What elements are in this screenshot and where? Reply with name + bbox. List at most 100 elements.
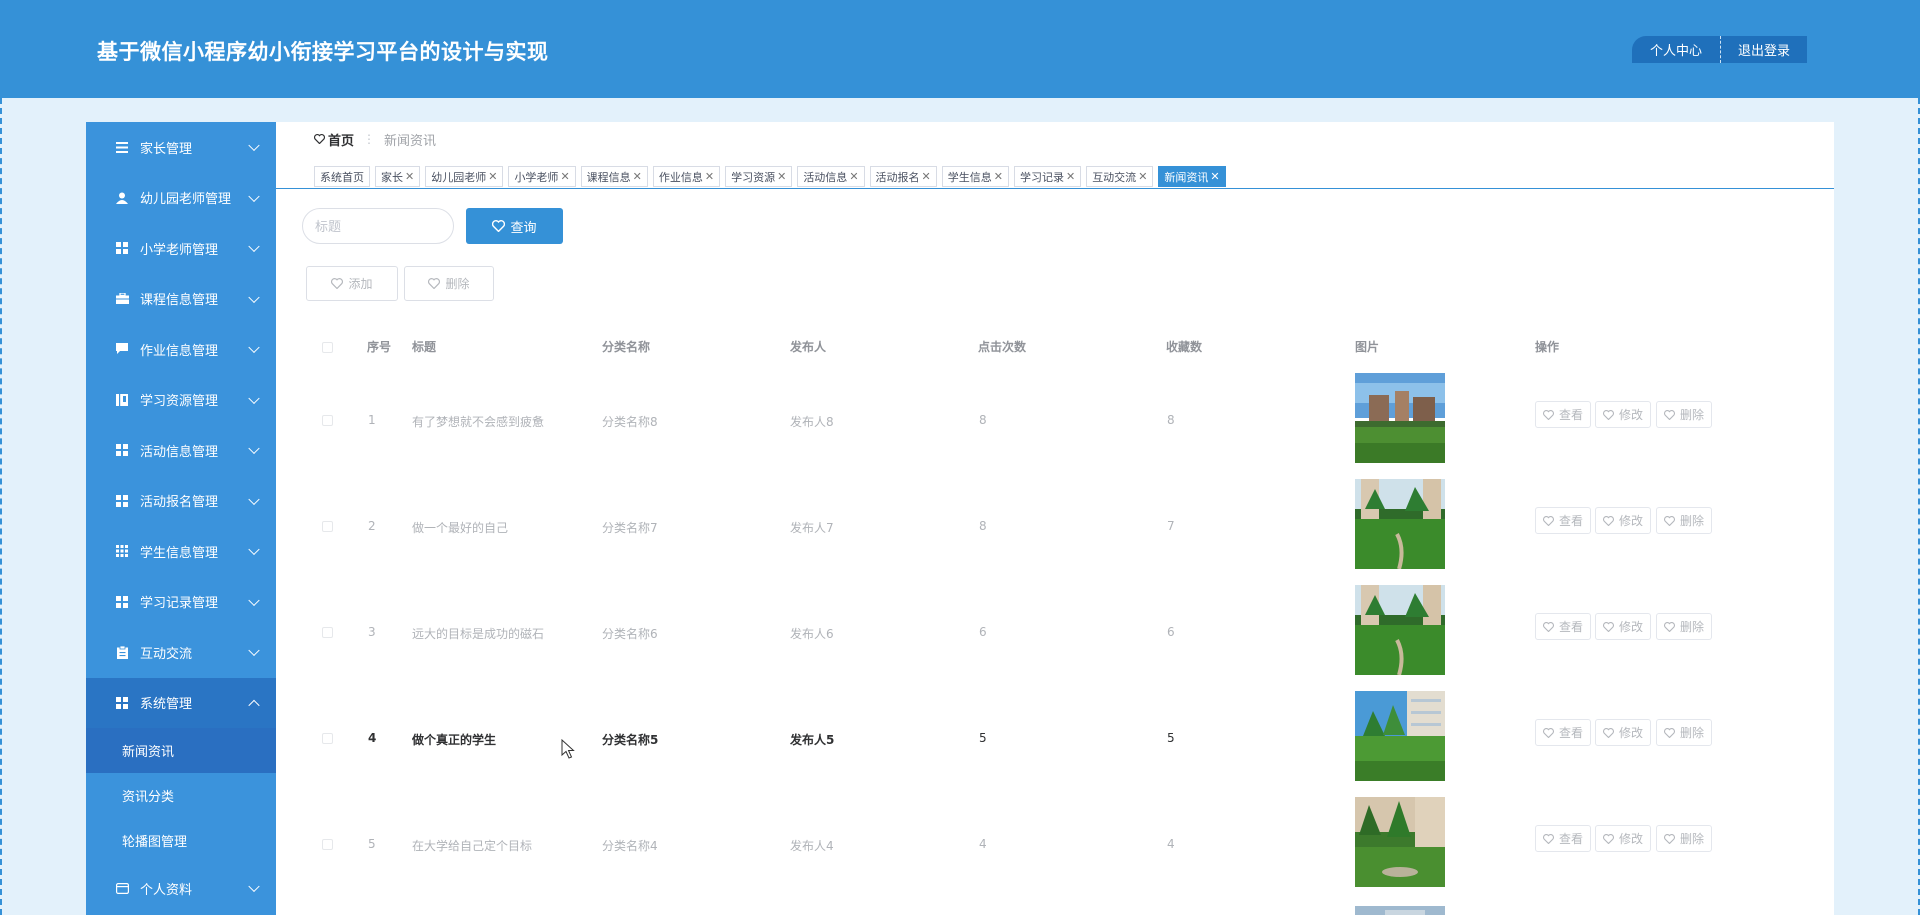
sidebar-item-activity-info[interactable]: 活动信息管理 <box>86 425 276 476</box>
edit-button[interactable]: 修改 <box>1595 613 1651 640</box>
edit-button[interactable]: 修改 <box>1595 719 1651 746</box>
delete-button[interactable]: 删除 <box>1656 613 1712 640</box>
sidebar-item-course-info[interactable]: 课程信息管理 <box>86 274 276 325</box>
select-all-checkbox[interactable] <box>322 342 333 353</box>
sidebar-item-homework-info[interactable]: 作业信息管理 <box>86 324 276 375</box>
close-icon[interactable]: ✕ <box>777 170 786 183</box>
delete-button-label: 删除 <box>1679 726 1704 740</box>
view-button[interactable]: 查看 <box>1535 507 1591 534</box>
sidebar-item-label: 小学老师管理 <box>140 242 219 258</box>
tag-kindergarten-teacher[interactable]: 幼儿园老师 ✕ <box>425 166 504 187</box>
personal-center-button[interactable]: 个人中心 <box>1632 36 1721 63</box>
view-button[interactable]: 查看 <box>1535 719 1591 746</box>
tag-learning-records[interactable]: 学习记录 ✕ <box>1013 166 1082 187</box>
close-icon[interactable]: ✕ <box>705 170 714 183</box>
row-checkbox[interactable] <box>322 733 333 744</box>
sidebar-item-student-info[interactable]: 学生信息管理 <box>86 526 276 577</box>
title-search-input[interactable] <box>302 208 454 244</box>
close-icon[interactable]: ✕ <box>922 170 931 183</box>
tag-news[interactable]: 新闻资讯 ✕ <box>1158 166 1226 187</box>
row-checkbox[interactable] <box>322 839 333 850</box>
sidebar-item-interaction[interactable]: 互动交流 <box>86 627 276 678</box>
delete-button[interactable]: 删除 <box>1656 507 1712 534</box>
add-button[interactable]: 添加 <box>306 266 398 301</box>
tag-primary-teacher[interactable]: 小学老师 ✕ <box>508 166 576 187</box>
tag-course-info[interactable]: 课程信息 ✕ <box>580 166 648 187</box>
view-button[interactable]: 查看 <box>1535 401 1591 428</box>
query-button-label: 查询 <box>510 220 537 236</box>
sidebar-item-parent-management[interactable]: 家长管理 <box>86 122 276 173</box>
batch-delete-button[interactable]: 删除 <box>404 266 494 301</box>
tag-parent[interactable]: 家长 ✕ <box>375 166 421 187</box>
edit-button[interactable]: 修改 <box>1595 507 1651 534</box>
row-thumbnail-image[interactable] <box>1355 479 1445 569</box>
sidebar-item-learning-resources[interactable]: 学习资源管理 <box>86 375 276 426</box>
sidebar-subitem-carousel[interactable]: 轮播图管理 <box>86 818 276 863</box>
heart-icon <box>1543 727 1554 738</box>
delete-button[interactable]: 删除 <box>1656 401 1712 428</box>
close-icon[interactable]: ✕ <box>560 170 569 183</box>
row-checkbox[interactable] <box>322 521 333 532</box>
tag-label: 活动报名 <box>875 170 920 184</box>
clipboard-icon <box>115 645 129 659</box>
row-category: 分类名称6 <box>602 627 658 641</box>
view-button[interactable]: 查看 <box>1535 613 1591 640</box>
close-icon[interactable]: ✕ <box>1138 170 1147 183</box>
close-icon[interactable]: ✕ <box>994 170 1003 183</box>
tag-interaction[interactable]: 互动交流 ✕ <box>1086 166 1154 187</box>
row-checkbox[interactable] <box>322 415 333 426</box>
sidebar-item-activity-signup[interactable]: 活动报名管理 <box>86 476 276 527</box>
close-icon[interactable]: ✕ <box>405 170 414 183</box>
row-thumbnail-image[interactable] <box>1355 691 1445 781</box>
edit-button[interactable]: 修改 <box>1595 825 1651 852</box>
row-title: 在大学给自己定个目标 <box>412 839 533 853</box>
row-thumbnail-image[interactable] <box>1355 903 1445 915</box>
delete-button-label: 删除 <box>1679 620 1704 634</box>
tag-activity-signup[interactable]: 活动报名 ✕ <box>869 166 937 187</box>
breadcrumb-home[interactable]: 首页 <box>314 130 354 149</box>
row-checkbox[interactable] <box>322 627 333 638</box>
edit-button-label: 修改 <box>1618 620 1643 634</box>
close-icon[interactable]: ✕ <box>488 170 497 183</box>
close-icon[interactable]: ✕ <box>633 170 642 183</box>
delete-button[interactable]: 删除 <box>1656 825 1712 852</box>
sidebar-item-kindergarten-teacher[interactable]: 幼儿园老师管理 <box>86 173 276 224</box>
row-thumbnail-image[interactable] <box>1355 373 1445 463</box>
tag-student-info[interactable]: 学生信息 ✕ <box>941 166 1009 187</box>
sidebar-item-system-management[interactable]: 系统管理 <box>86 677 276 728</box>
tag-activity-info[interactable]: 活动信息 ✕ <box>797 166 865 187</box>
chevron-down-icon <box>248 190 260 202</box>
tag-label: 学习资源 <box>731 170 776 184</box>
row-thumbnail-image[interactable] <box>1355 797 1445 887</box>
edit-button[interactable]: 修改 <box>1595 401 1651 428</box>
main-panel: 首页 ⋮ 新闻资讯 系统首页 家长 ✕ 幼儿园老师 ✕ 小学老师 ✕ 课程信息 ✕ 作业… <box>276 122 1834 915</box>
sidebar-item-learning-records[interactable]: 学习记录管理 <box>86 577 276 628</box>
chevron-down-icon <box>248 594 260 606</box>
tag-label: 课程信息 <box>586 170 631 184</box>
view-button[interactable]: 查看 <box>1535 825 1591 852</box>
query-button[interactable]: 查询 <box>466 208 563 244</box>
sidebar-item-primary-teacher[interactable]: 小学老师管理 <box>86 223 276 274</box>
close-icon[interactable]: ✕ <box>1066 170 1075 183</box>
sidebar-item-profile[interactable]: 个人资料 <box>86 863 276 914</box>
tag-homework-info[interactable]: 作业信息 ✕ <box>652 166 721 187</box>
row-favorites: 5 <box>1167 731 1175 745</box>
row-title: 做个真正的学生 <box>412 733 497 747</box>
view-button-label: 查看 <box>1558 832 1583 846</box>
sidebar-subitem-news-category[interactable]: 资讯分类 <box>86 773 276 818</box>
delete-button-label: 删除 <box>1679 514 1704 528</box>
row-publisher: 发布人7 <box>790 521 834 535</box>
row-thumbnail-image[interactable] <box>1355 585 1445 675</box>
chevron-up-icon <box>248 699 260 711</box>
sidebar-subitem-news[interactable]: 新闻资讯 <box>86 728 276 773</box>
heart-icon <box>1603 515 1614 526</box>
close-icon[interactable]: ✕ <box>849 170 858 183</box>
heart-icon <box>1603 727 1614 738</box>
tag-learning-resources[interactable]: 学习资源 ✕ <box>725 166 793 187</box>
row-title: 远大的目标是成功的磁石 <box>412 627 545 641</box>
logout-button[interactable]: 退出登录 <box>1721 36 1807 63</box>
delete-button[interactable]: 删除 <box>1656 719 1712 746</box>
sidebar-item-label: 个人资料 <box>140 882 193 898</box>
close-icon[interactable]: ✕ <box>1210 170 1219 183</box>
tag-system-home[interactable]: 系统首页 <box>314 166 370 187</box>
